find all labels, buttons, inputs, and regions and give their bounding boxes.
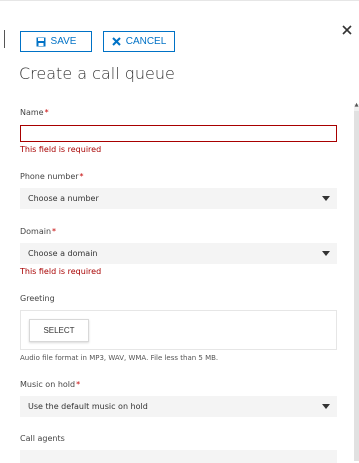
domain-required-marker: *: [52, 227, 57, 236]
chevron-down-icon: [322, 196, 330, 201]
name-input[interactable]: [20, 125, 337, 142]
name-required-marker: *: [44, 108, 49, 117]
form-toolbar: SAVE CANCEL: [20, 31, 175, 52]
left-edge-marker: [4, 30, 5, 48]
scroll-up-arrow-icon[interactable]: ▲: [354, 102, 359, 108]
music-on-hold-selected-value: Use the default music on hold: [28, 402, 148, 411]
greeting-upload-box: SELECT: [20, 310, 337, 350]
page-title: Create a call queue: [19, 64, 175, 83]
cancel-icon: [112, 37, 121, 46]
domain-selected-value: Choose a domain: [28, 249, 98, 258]
save-button-label: SAVE: [50, 36, 77, 47]
phone-number-label: Phone number*: [20, 172, 337, 182]
call-queue-form: Name* This field is required Phone numbe…: [20, 108, 337, 463]
phone-number-required-marker: *: [79, 172, 84, 181]
name-error-message: This field is required: [20, 145, 102, 154]
call-agents-input[interactable]: [20, 450, 337, 463]
top-divider: [0, 0, 359, 1]
domain-label-text: Domain: [20, 227, 52, 236]
greeting-field-group: Greeting SELECT Audio file format in MP3…: [20, 294, 337, 363]
domain-error-message: This field is required: [20, 267, 102, 276]
greeting-label: Greeting: [20, 294, 55, 303]
domain-select[interactable]: Choose a domain: [20, 243, 337, 264]
phone-number-label-text: Phone number: [20, 172, 79, 181]
name-label: Name*: [20, 108, 337, 118]
name-field-group: Name* This field is required: [20, 108, 337, 155]
scrollbar-thumb[interactable]: [354, 111, 359, 461]
chevron-down-icon: [322, 404, 330, 409]
chevron-down-icon: [322, 251, 330, 256]
domain-field-group: Domain* Choose a domain This field is re…: [20, 227, 337, 277]
name-label-text: Name: [20, 108, 44, 117]
music-on-hold-label-text: Music on hold: [20, 380, 76, 389]
close-icon[interactable]: [340, 23, 354, 37]
save-icon: [36, 37, 46, 47]
cancel-button[interactable]: CANCEL: [103, 31, 175, 52]
save-button[interactable]: SAVE: [20, 31, 92, 52]
music-on-hold-required-marker: *: [76, 380, 81, 389]
music-on-hold-select[interactable]: Use the default music on hold: [20, 396, 337, 417]
call-agents-label: Call agents: [20, 434, 65, 443]
phone-number-selected-value: Choose a number: [28, 194, 99, 203]
domain-label: Domain*: [20, 227, 337, 237]
greeting-file-hint: Audio file format in MP3, WAV, WMA. File…: [20, 354, 219, 362]
music-on-hold-field-group: Music on hold* Use the default music on …: [20, 380, 337, 417]
phone-number-select[interactable]: Choose a number: [20, 188, 337, 209]
call-agents-field-group: Call agents: [20, 434, 337, 463]
phone-number-field-group: Phone number* Choose a number: [20, 172, 337, 209]
music-on-hold-label: Music on hold*: [20, 380, 337, 390]
select-greeting-button[interactable]: SELECT: [29, 319, 89, 342]
cancel-button-label: CANCEL: [125, 36, 167, 47]
